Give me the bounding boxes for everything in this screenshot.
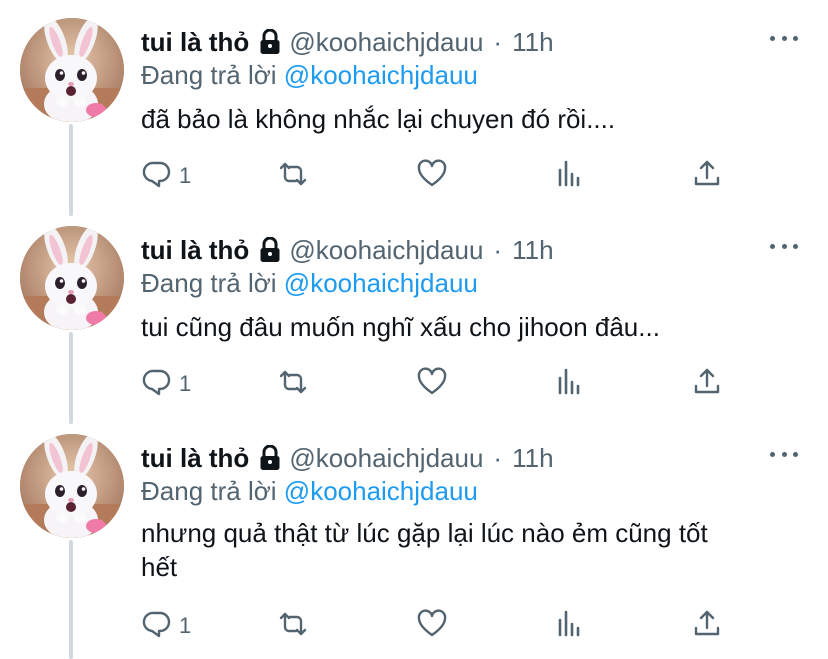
more-icon[interactable] (770, 444, 798, 464)
thread-line (69, 332, 73, 424)
retweet-button[interactable] (277, 158, 309, 194)
replying-prefix: Đang trả lời (141, 476, 277, 506)
heart-icon (416, 608, 448, 645)
replying-to: Đang trả lời @koohaichjdauu (141, 268, 478, 299)
retweet-icon (277, 608, 309, 645)
lock-icon (259, 444, 281, 471)
heart-icon (416, 158, 448, 195)
thread-line (69, 540, 73, 659)
user-handle[interactable]: @koohaichjdauu (289, 27, 483, 58)
tweet-actions: 1 (141, 366, 731, 402)
user-handle[interactable]: @koohaichjdauu (289, 235, 483, 266)
tweet-header: tui là thỏ @koohaichjdauu · 11h (141, 234, 554, 266)
avatar[interactable] (20, 434, 124, 538)
lock-icon (259, 28, 281, 55)
reply-count: 1 (179, 371, 192, 396)
avatar[interactable] (20, 18, 124, 122)
replying-prefix: Đang trả lời (141, 268, 277, 298)
like-button[interactable] (416, 158, 448, 194)
user-handle[interactable]: @koohaichjdauu (289, 443, 483, 474)
display-name[interactable]: tui là thỏ (141, 235, 249, 266)
thread-line (69, 124, 73, 216)
views-button[interactable] (554, 366, 586, 402)
replying-prefix: Đang trả lời (141, 60, 277, 90)
tweet-actions: 1 (141, 158, 731, 194)
display-name[interactable]: tui là thỏ (141, 27, 249, 58)
mention-link[interactable]: @koohaichjdauu (284, 60, 478, 90)
reply-icon (141, 158, 173, 195)
reply-count: 1 (179, 163, 192, 188)
share-button[interactable] (691, 608, 723, 644)
reply-count: 1 (179, 613, 192, 638)
reply-icon (141, 366, 173, 403)
reply-button[interactable]: 1 (141, 366, 191, 402)
share-icon (691, 366, 723, 403)
tweet-header: tui là thỏ @koohaichjdauu · 11h (141, 442, 554, 474)
tweet-actions: 1 (141, 608, 731, 644)
views-icon (554, 366, 586, 403)
tweet-text: nhưng quả thật từ lúc gặp lại lúc nào ẻm… (141, 516, 801, 584)
replying-to: Đang trả lời @koohaichjdauu (141, 60, 478, 91)
avatar[interactable] (20, 226, 124, 330)
separator: · (493, 26, 503, 57)
like-button[interactable] (416, 366, 448, 402)
retweet-icon (277, 366, 309, 403)
reply-icon (141, 608, 173, 645)
views-button[interactable] (554, 158, 586, 194)
separator: · (493, 234, 503, 265)
timestamp[interactable]: 11h (512, 235, 553, 266)
mention-link[interactable]: @koohaichjdauu (284, 268, 478, 298)
timestamp[interactable]: 11h (512, 27, 553, 58)
reply-button[interactable]: 1 (141, 608, 191, 644)
mention-link[interactable]: @koohaichjdauu (284, 476, 478, 506)
tweet-text-line: hết (141, 552, 178, 582)
display-name[interactable]: tui là thỏ (141, 443, 249, 474)
tweet-header: tui là thỏ @koohaichjdauu · 11h (141, 26, 554, 58)
share-icon (691, 608, 723, 645)
tweet-text: đã bảo là không nhắc lại chuyen đó rồi..… (141, 104, 616, 134)
share-icon (691, 158, 723, 195)
retweet-button[interactable] (277, 366, 309, 402)
like-button[interactable] (416, 608, 448, 644)
more-icon[interactable] (770, 236, 798, 256)
retweet-icon (277, 158, 309, 195)
separator: · (493, 442, 503, 473)
replying-to: Đang trả lời @koohaichjdauu (141, 476, 478, 507)
share-button[interactable] (691, 366, 723, 402)
retweet-button[interactable] (277, 608, 309, 644)
lock-icon (259, 236, 281, 263)
views-icon (554, 158, 586, 195)
more-icon[interactable] (770, 28, 798, 48)
tweet-text: tui cũng đâu muốn nghĩ xấu cho jihoon đâ… (141, 312, 660, 342)
reply-button[interactable]: 1 (141, 158, 191, 194)
views-button[interactable] (554, 608, 586, 644)
heart-icon (416, 366, 448, 403)
views-icon (554, 608, 586, 645)
share-button[interactable] (691, 158, 723, 194)
timestamp[interactable]: 11h (512, 443, 553, 474)
tweet-text-line: nhưng quả thật từ lúc gặp lại lúc nào ẻm… (141, 518, 708, 548)
